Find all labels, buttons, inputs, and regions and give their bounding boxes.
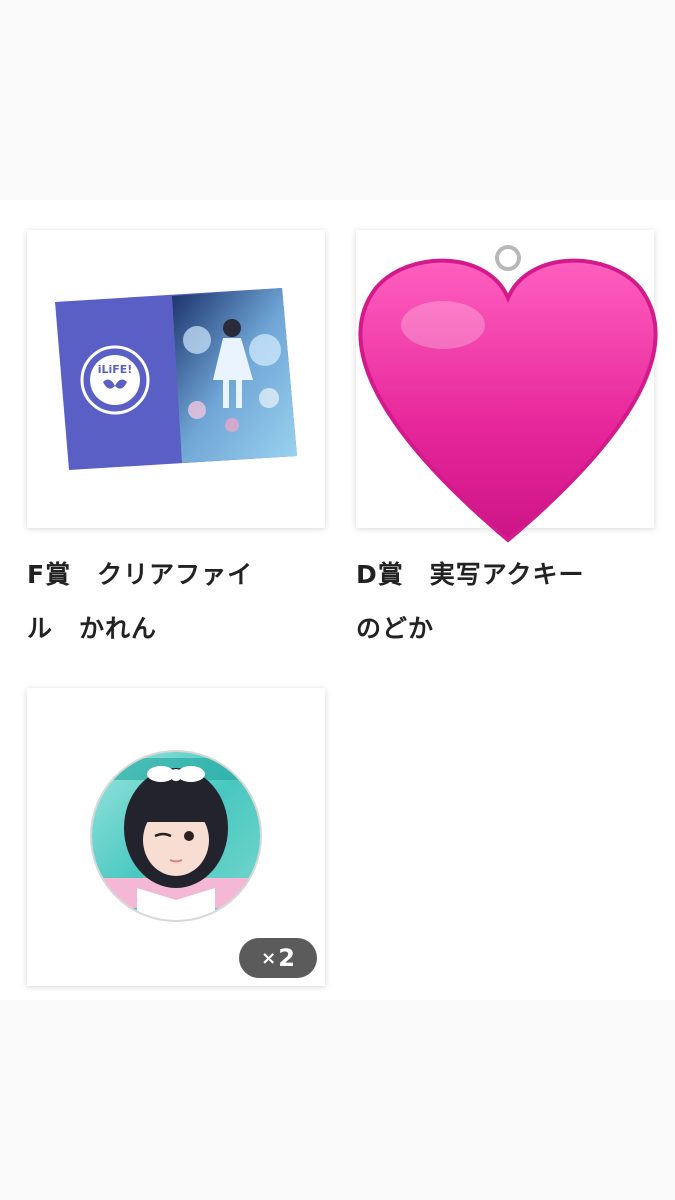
- file-logo-text: iLiFE!: [98, 363, 133, 376]
- prize-card-can-badge[interactable]: × 2: [27, 688, 325, 986]
- clear-file-image: iLiFE!: [55, 288, 297, 470]
- quantity-badge: × 2: [239, 938, 317, 978]
- quantity-value: 2: [278, 944, 295, 972]
- heart-icon: [358, 245, 658, 543]
- prize-title-line2: ル かれん: [27, 614, 158, 643]
- prize-title-d: D賞 実写アクキー のどか: [356, 548, 656, 656]
- prize-title-f: F賞 クリアファイ ル かれん: [27, 548, 327, 656]
- prize-title-line1: F賞 クリアファイ: [27, 560, 254, 589]
- quantity-multiplier: ×: [261, 947, 277, 969]
- prize-grid: iLiFE! F賞 クリアファイ ル かれん D賞 実写アクキー のどか × 2: [0, 200, 675, 1000]
- prize-title-line2: のどか: [356, 614, 435, 643]
- prize-title-line1: D賞 実写アクキー: [356, 560, 585, 589]
- prize-card-clear-file[interactable]: iLiFE!: [27, 230, 325, 528]
- prize-card-acrylic-keychain[interactable]: [356, 230, 658, 543]
